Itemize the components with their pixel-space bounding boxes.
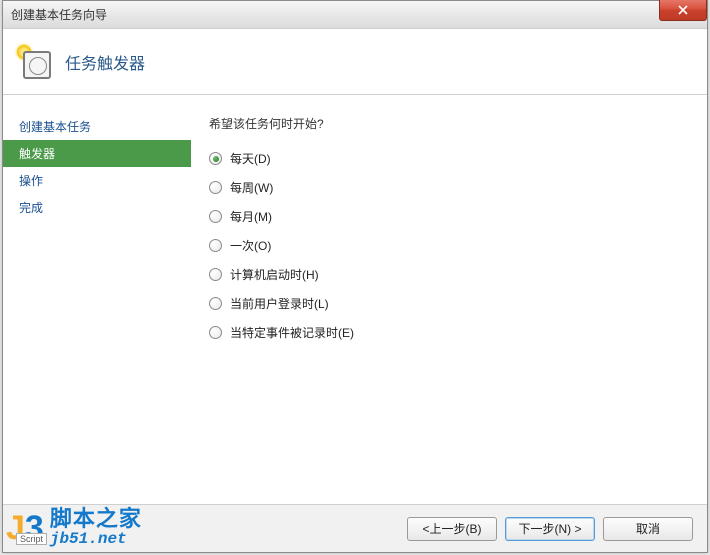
body: 创建基本任务 触发器 操作 完成 希望该任务何时开始? 每天(D) 每周(W) … [3, 95, 707, 504]
radio-option-monthly[interactable]: 每月(M) [209, 208, 697, 225]
titlebar: 创建基本任务向导 [3, 1, 707, 29]
radio-option-on-logon[interactable]: 当前用户登录时(L) [209, 295, 697, 312]
radio-icon [209, 297, 222, 310]
sidebar-item-action[interactable]: 操作 [3, 167, 191, 194]
radio-label: 计算机启动时(H) [230, 266, 319, 283]
sidebar-item-create-basic-task[interactable]: 创建基本任务 [3, 113, 191, 140]
radio-icon [209, 326, 222, 339]
radio-option-on-startup[interactable]: 计算机启动时(H) [209, 266, 697, 283]
header: 任务触发器 [3, 29, 707, 95]
next-button[interactable]: 下一步(N) > [505, 517, 595, 541]
window-title: 创建基本任务向导 [11, 6, 107, 23]
radio-option-daily[interactable]: 每天(D) [209, 150, 697, 167]
radio-label: 每月(M) [230, 208, 272, 225]
radio-label: 一次(O) [230, 237, 271, 254]
sidebar-item-label: 触发器 [19, 147, 55, 161]
content: 希望该任务何时开始? 每天(D) 每周(W) 每月(M) 一次(O) 计算机启动… [191, 95, 707, 504]
close-icon [678, 5, 688, 15]
radio-option-weekly[interactable]: 每周(W) [209, 179, 697, 196]
radio-label: 当前用户登录时(L) [230, 295, 329, 312]
sidebar: 创建基本任务 触发器 操作 完成 [3, 95, 191, 504]
radio-label: 当特定事件被记录时(E) [230, 324, 354, 341]
sidebar-item-label: 完成 [19, 201, 43, 215]
radio-icon [209, 210, 222, 223]
cancel-button[interactable]: 取消 [603, 517, 693, 541]
wizard-icon [17, 45, 51, 79]
footer: <上一步(B) 下一步(N) > 取消 [3, 504, 707, 552]
wizard-window: 创建基本任务向导 任务触发器 创建基本任务 触发器 操作 完成 希望该任务何时开… [2, 0, 708, 553]
radio-option-once[interactable]: 一次(O) [209, 237, 697, 254]
sidebar-item-finish[interactable]: 完成 [3, 194, 191, 221]
trigger-question: 希望该任务何时开始? [209, 115, 697, 132]
radio-icon [209, 268, 222, 281]
radio-icon [209, 181, 222, 194]
back-button[interactable]: <上一步(B) [407, 517, 497, 541]
radio-label: 每天(D) [230, 150, 271, 167]
close-button[interactable] [659, 0, 707, 21]
radio-label: 每周(W) [230, 179, 273, 196]
header-title: 任务触发器 [65, 50, 145, 74]
sidebar-item-label: 操作 [19, 174, 43, 188]
sidebar-item-trigger[interactable]: 触发器 [3, 140, 191, 167]
sidebar-item-label: 创建基本任务 [19, 120, 91, 134]
radio-option-on-event[interactable]: 当特定事件被记录时(E) [209, 324, 697, 341]
radio-icon [209, 239, 222, 252]
radio-icon [209, 152, 222, 165]
